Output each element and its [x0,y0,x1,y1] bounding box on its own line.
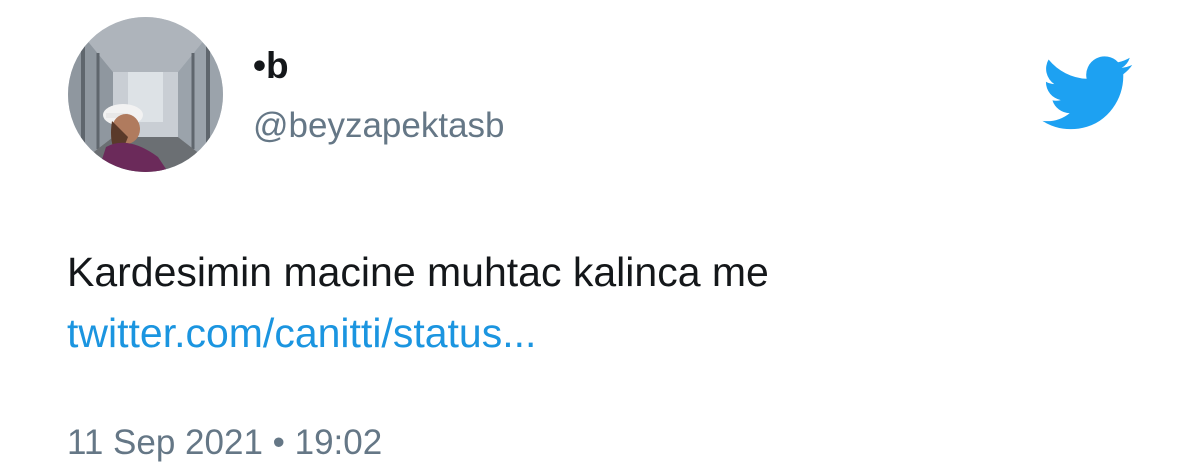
avatar-photo [68,17,223,172]
tweet-card: •b @beyzapektasb Kardesimin macine muhta… [0,0,1200,472]
tweet-link[interactable]: twitter.com/canitti/status... [67,309,536,357]
tweet-text: Kardesimin macine muhtac kalinca me [67,249,769,295]
tweet-timestamp[interactable]: 11 Sep 2021 • 19:02 [67,423,382,463]
author-handle[interactable]: @beyzapektasb [253,106,505,146]
author-display-name[interactable]: •b [253,46,289,86]
twitter-bird-icon[interactable] [1042,56,1134,132]
avatar[interactable] [68,17,223,172]
